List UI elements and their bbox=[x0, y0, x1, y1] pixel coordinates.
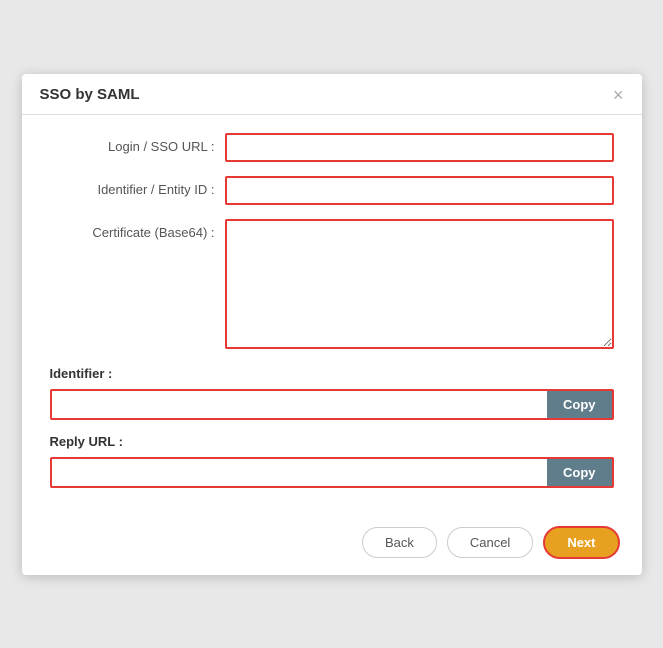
close-button[interactable]: × bbox=[613, 86, 624, 104]
identifier-copy-field: Copy bbox=[50, 389, 614, 420]
certificate-textarea[interactable] bbox=[225, 219, 614, 349]
identifier-entity-id-input[interactable] bbox=[225, 176, 614, 205]
identifier-section-label: Identifier : bbox=[50, 366, 614, 381]
reply-url-copy-button[interactable]: Copy bbox=[547, 459, 612, 486]
dialog-body: Login / SSO URL : Identifier / Entity ID… bbox=[22, 115, 642, 514]
certificate-field bbox=[225, 219, 614, 352]
reply-url-copy-input[interactable] bbox=[52, 459, 548, 486]
login-sso-url-row: Login / SSO URL : bbox=[50, 133, 614, 162]
next-button[interactable]: Next bbox=[543, 526, 619, 559]
login-sso-url-label: Login / SSO URL : bbox=[50, 133, 225, 154]
certificate-label: Certificate (Base64) : bbox=[50, 219, 225, 240]
reply-url-section: Reply URL : Copy bbox=[50, 434, 614, 488]
certificate-row: Certificate (Base64) : bbox=[50, 219, 614, 352]
dialog-title: SSO by SAML bbox=[40, 86, 140, 103]
reply-url-label: Reply URL : bbox=[50, 434, 614, 449]
dialog-footer: Back Cancel Next bbox=[22, 514, 642, 575]
identifier-entity-id-label: Identifier / Entity ID : bbox=[50, 176, 225, 197]
identifier-entity-id-field bbox=[225, 176, 614, 205]
identifier-entity-id-row: Identifier / Entity ID : bbox=[50, 176, 614, 205]
identifier-section: Identifier : Copy bbox=[50, 366, 614, 420]
dialog-header: SSO by SAML × bbox=[22, 74, 642, 115]
identifier-copy-button[interactable]: Copy bbox=[547, 391, 612, 418]
back-button[interactable]: Back bbox=[362, 527, 437, 558]
identifier-copy-input[interactable] bbox=[52, 391, 548, 418]
login-sso-url-input[interactable] bbox=[225, 133, 614, 162]
cancel-button[interactable]: Cancel bbox=[447, 527, 533, 558]
reply-url-copy-field: Copy bbox=[50, 457, 614, 488]
sso-saml-dialog: SSO by SAML × Login / SSO URL : Identifi… bbox=[22, 74, 642, 575]
login-sso-url-field bbox=[225, 133, 614, 162]
